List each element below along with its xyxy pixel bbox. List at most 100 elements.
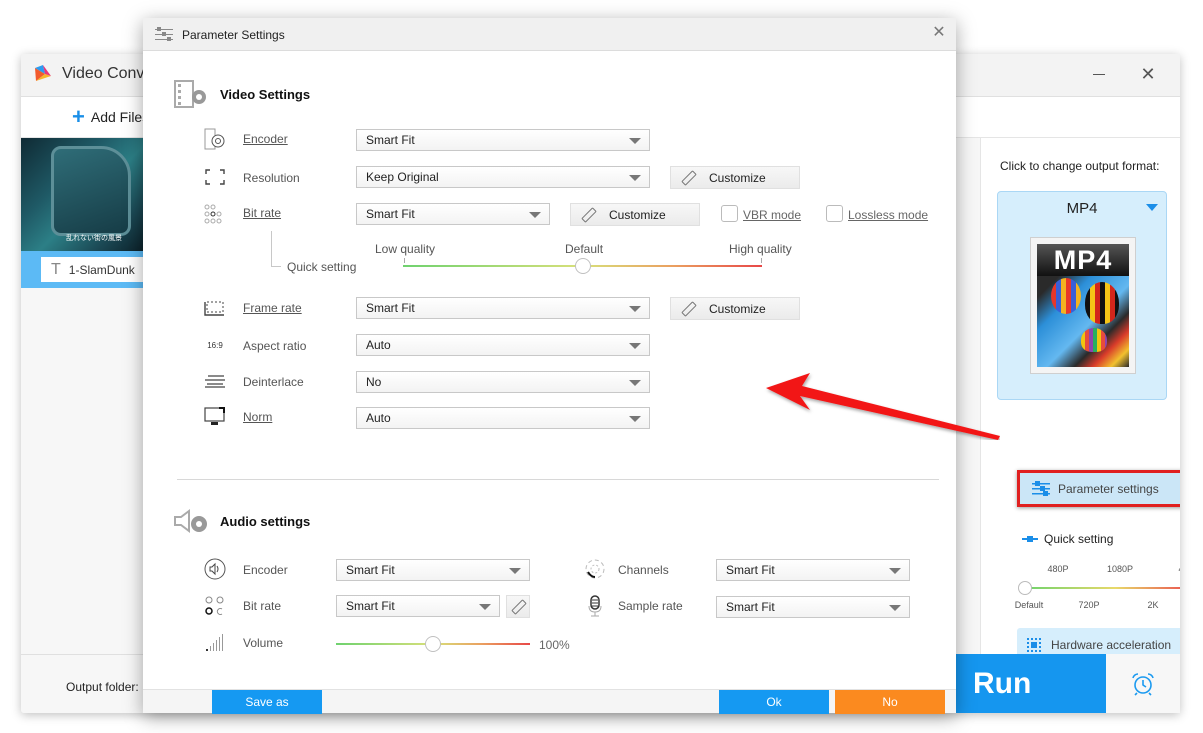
frame-rate-icon: [204, 297, 226, 319]
audio-settings-icon: [174, 509, 207, 533]
channels-select[interactable]: Smart Fit: [716, 559, 910, 581]
annotation-arrow-icon: [766, 373, 1000, 440]
sliders-icon: [1032, 480, 1050, 496]
quick-setting-label: Quick setting: [1044, 532, 1114, 546]
volume-label: Volume: [243, 636, 284, 650]
add-files-button[interactable]: + Add Files: [72, 106, 150, 128]
parameter-settings-label: Parameter settings: [1058, 481, 1159, 496]
volume-bars-icon: [204, 631, 226, 653]
quick-setting-title: Quick setting: [1022, 532, 1113, 546]
resolution-customize-button[interactable]: Customize: [670, 166, 800, 189]
quality-slider-track[interactable]: [1024, 587, 1180, 589]
settings-sliders-icon: [155, 27, 173, 41]
tick-label-default: Default: [1014, 600, 1044, 610]
encoder-icon: [204, 128, 226, 150]
pencil-icon: [581, 208, 595, 222]
video-settings-icon: [174, 80, 206, 108]
output-panel: Click to change output format: MP4 MP4 P…: [980, 138, 1180, 692]
caret-down-icon[interactable]: [1146, 204, 1158, 211]
sample-rate-select[interactable]: Smart Fit: [716, 596, 910, 618]
parameter-settings-button[interactable]: Parameter settings: [1017, 470, 1180, 507]
frame-rate-select[interactable]: Smart Fit: [356, 297, 650, 319]
dialog-titlebar: Parameter Settings ✕: [143, 18, 956, 51]
channels-label: Channels: [618, 563, 669, 577]
minimize-button[interactable]: [1090, 64, 1110, 84]
quality-slider-thumb[interactable]: [574, 258, 591, 274]
dialog-close-button[interactable]: ✕: [930, 24, 948, 42]
norm-select[interactable]: Auto: [356, 407, 650, 429]
resolution-label: Resolution: [243, 171, 300, 185]
bit-rate-customize-button[interactable]: Customize: [570, 203, 700, 226]
dialog-footer: Save as Ok No: [143, 689, 956, 714]
customize-label: Customize: [709, 170, 766, 185]
mp4-icon-label: MP4: [1037, 244, 1129, 276]
channels-icon: [584, 558, 606, 580]
ok-button[interactable]: Ok: [719, 690, 829, 714]
thumbnail-scene: [51, 146, 131, 236]
chip-icon: [1027, 637, 1041, 652]
dialog-title: Parameter Settings: [182, 28, 285, 42]
vbr-mode-checkbox[interactable]: [721, 205, 738, 222]
resolution-icon: [204, 166, 226, 188]
format-hint: Click to change output format:: [1000, 159, 1160, 173]
balloon-shape: [1051, 278, 1081, 314]
add-files-label: Add Files: [90, 109, 150, 125]
slider-tick: [404, 258, 405, 263]
tick-label-2k: 2K: [1147, 600, 1159, 610]
pencil-icon: [681, 171, 695, 185]
video-thumbnail[interactable]: 乱れない街の風景: [21, 138, 146, 251]
alarm-button[interactable]: [1106, 654, 1180, 713]
quick-setting-label: Quick setting: [287, 260, 357, 274]
audio-encoder-select[interactable]: Smart Fit: [336, 559, 530, 581]
tick-label-1080p: 1080P: [1106, 564, 1134, 574]
default-quality-label: Default: [565, 242, 604, 256]
file-name-field[interactable]: T 1-SlamDunk: [41, 257, 151, 282]
pencil-icon: [511, 600, 525, 614]
alarm-clock-icon: [1132, 672, 1154, 696]
hardware-acceleration-label: Hardware acceleration: [1051, 637, 1172, 652]
run-button[interactable]: Run: [955, 654, 1106, 713]
output-folder-label: Output folder:: [66, 680, 139, 694]
frame-rate-label[interactable]: Frame rate: [243, 301, 302, 315]
audio-bit-rate-select[interactable]: Smart Fit: [336, 595, 500, 617]
aspect-ratio-icon: 16:9: [207, 340, 223, 350]
save-as-button[interactable]: Save as: [212, 690, 322, 714]
lossless-mode-checkbox[interactable]: [826, 205, 843, 222]
window-close-button[interactable]: ✕: [1138, 64, 1158, 84]
resolution-select[interactable]: Keep Original: [356, 166, 650, 188]
bit-rate-icon: [204, 203, 226, 225]
video-encoder-select[interactable]: Smart Fit: [356, 129, 650, 151]
customize-label: Customize: [609, 207, 666, 222]
sample-rate-label: Sample rate: [618, 599, 683, 613]
balloon-shape: [1081, 328, 1107, 352]
quality-slider-thumb[interactable]: [1018, 581, 1032, 595]
lossless-mode-label[interactable]: Lossless mode: [848, 208, 928, 222]
section-divider: [177, 479, 939, 480]
video-encoder-label[interactable]: Encoder: [243, 132, 288, 146]
volume-slider-thumb[interactable]: [425, 636, 441, 652]
vbr-mode-label[interactable]: VBR mode: [743, 208, 801, 222]
deinterlace-select[interactable]: No: [356, 371, 650, 393]
customize-label: Customize: [709, 301, 766, 316]
audio-bit-rate-edit-button[interactable]: [506, 595, 530, 618]
tree-connector: [271, 231, 272, 266]
low-quality-label: Low quality: [375, 242, 436, 256]
text-icon: T: [51, 260, 61, 278]
audio-bit-rate-label: Bit rate: [243, 599, 282, 613]
frame-rate-customize-button[interactable]: Customize: [670, 297, 800, 320]
quick-setting-icon: [1022, 536, 1038, 542]
balloon-image: [1037, 276, 1129, 367]
aspect-ratio-select[interactable]: Auto: [356, 334, 650, 356]
no-button[interactable]: No: [835, 690, 945, 714]
deinterlace-icon: [204, 370, 226, 392]
mp4-format-icon: MP4: [1030, 237, 1136, 374]
tick-label-720p: 720P: [1078, 600, 1100, 610]
video-bit-rate-select[interactable]: Smart Fit: [356, 203, 550, 225]
output-format-selector[interactable]: MP4 MP4: [997, 191, 1167, 400]
aspect-ratio-label: Aspect ratio: [243, 339, 307, 353]
pencil-icon: [681, 302, 695, 316]
high-quality-label: High quality: [729, 242, 792, 256]
video-bit-rate-label[interactable]: Bit rate: [243, 206, 281, 220]
file-list-item[interactable]: T 1-SlamDunk: [21, 251, 151, 288]
norm-label[interactable]: Norm: [243, 410, 272, 424]
